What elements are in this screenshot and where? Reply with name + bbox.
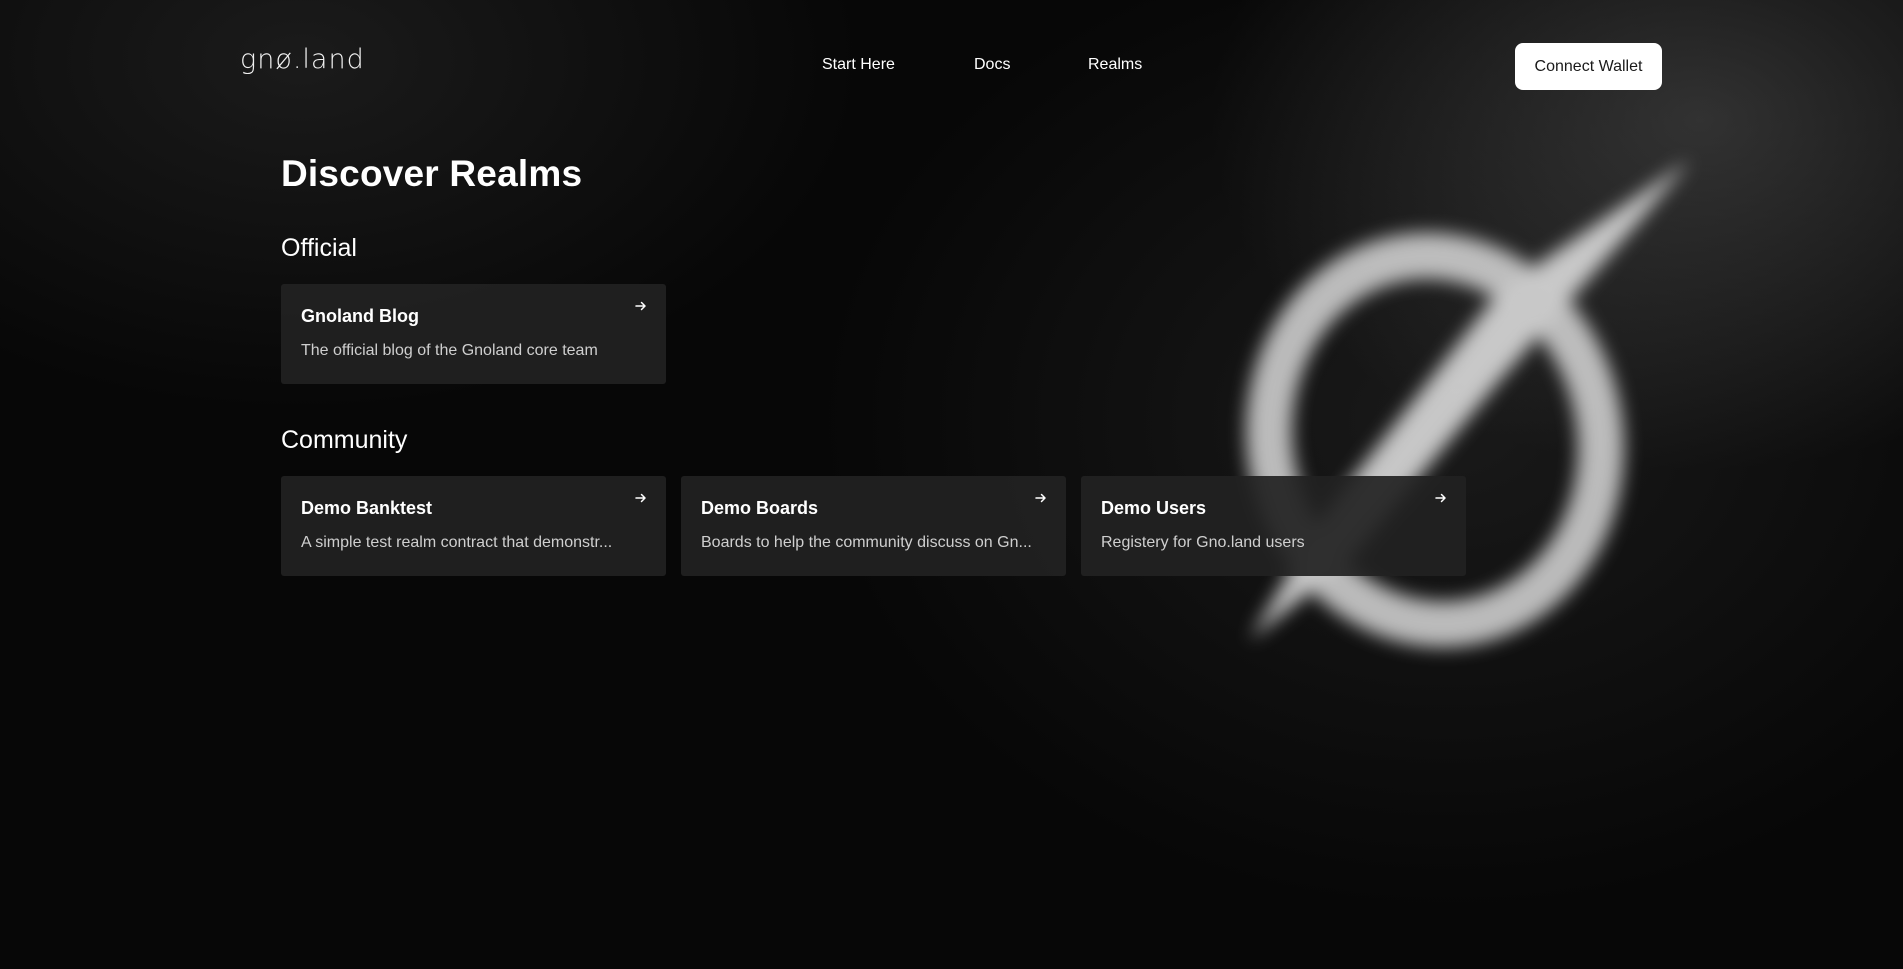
realm-card-title: Demo Users <box>1101 498 1207 518</box>
realm-card-demo-users[interactable]: Demo Users Registery for Gno.land users <box>1081 476 1466 576</box>
gno-logo-background-icon <box>1246 160 1690 648</box>
site-header: gnø.land Start Here Docs Realms Connect … <box>0 0 1903 132</box>
gnoland-logo[interactable]: gnø.land <box>240 44 365 75</box>
section-heading-community: Community <box>281 426 408 454</box>
realm-card-title: Demo Banktest <box>301 498 433 518</box>
realm-card-demo-banktest[interactable]: Demo Banktest A simple test realm contra… <box>281 476 666 576</box>
nav-docs[interactable]: Docs <box>974 56 1010 74</box>
arrow-right-icon <box>635 301 646 311</box>
page-title: Discover Realms <box>281 153 583 194</box>
nav-realms[interactable]: Realms <box>1088 56 1142 74</box>
realm-card-description: A simple test realm contract that demons… <box>301 534 613 551</box>
realm-card-title: Demo Boards <box>701 498 819 518</box>
nav-start-here[interactable]: Start Here <box>822 56 895 74</box>
connect-wallet-button[interactable]: Connect Wallet <box>1515 43 1662 90</box>
realm-card-demo-boards[interactable]: Demo Boards Boards to help the community… <box>681 476 1066 576</box>
realm-card-title: Gnoland Blog <box>301 306 419 326</box>
realm-card-description: The official blog of the Gnoland core te… <box>301 342 598 359</box>
realm-card-description: Boards to help the community discuss on … <box>701 534 1032 551</box>
realm-card-description: Registery for Gno.land users <box>1101 534 1305 551</box>
arrow-right-icon <box>635 493 646 503</box>
section-heading-official: Official <box>281 234 357 262</box>
realm-card-gnoland-blog[interactable]: Gnoland Blog The official blog of the Gn… <box>281 284 666 384</box>
arrow-right-icon <box>1435 493 1446 503</box>
arrow-right-icon <box>1035 493 1046 503</box>
